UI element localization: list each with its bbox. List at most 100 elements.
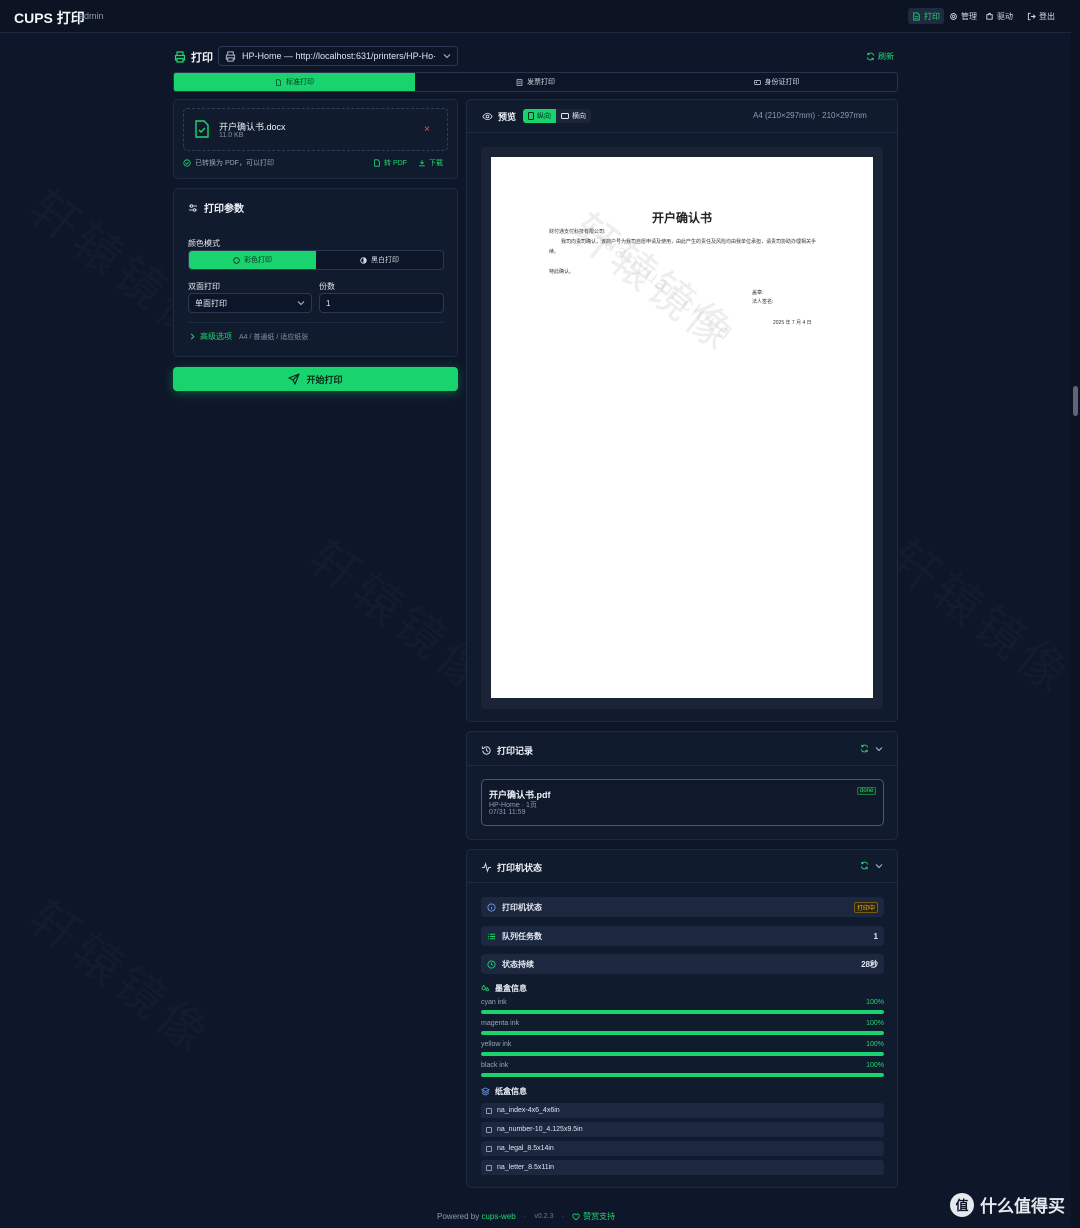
tray-name: na_index-4x6_4x6in — [497, 1107, 560, 1114]
document-salutation: 财付通支付科技有限公司: — [549, 229, 606, 235]
print-job-item[interactable] — [481, 779, 884, 826]
convert-pdf-label: 转 PDF — [384, 160, 407, 167]
nav-driver-button[interactable]: 驱动 — [981, 8, 1017, 24]
color-mode-label: 颜色模式 — [188, 239, 220, 248]
landscape-option[interactable]: 横向 — [556, 109, 591, 123]
site-watermark: 值 什么值得买 — [950, 1192, 1065, 1217]
tray-item: na_legal_8.5x14in — [481, 1141, 884, 1156]
nav-driver-label: 驱动 — [997, 11, 1013, 21]
duplex-select[interactable]: 单面打印 — [188, 293, 312, 313]
activity-icon — [481, 862, 492, 873]
support-label: 赞赏支持 — [583, 1212, 616, 1221]
nav-manage-label: 管理 — [961, 11, 977, 21]
tray-icon — [486, 1126, 492, 1133]
tray-icon — [486, 1107, 492, 1114]
color-mode-toggle: 彩色打印 黑白打印 — [188, 250, 444, 270]
printer-icon — [225, 50, 236, 62]
document-title: 开户确认书 — [651, 211, 712, 225]
portrait-option[interactable]: 纵向 — [523, 109, 556, 123]
app-title: CUPS 打印 — [14, 10, 85, 26]
printer-select[interactable]: HP-Home — http://localhost:631/printers/… — [218, 46, 458, 66]
footer: Powered by cups-web · v0.2.3 · 赞赏支持 — [437, 1211, 616, 1222]
footer-project-link[interactable]: cups-web — [481, 1212, 515, 1221]
ink-name: magenta ink — [481, 1020, 520, 1027]
start-print-button[interactable]: 开始打印 — [173, 367, 458, 391]
color-print-option[interactable]: 彩色打印 — [189, 251, 316, 269]
clock-icon — [487, 959, 496, 969]
printer-status-title-text: 打印机状态 — [497, 863, 543, 873]
status-queue-label: 队列任务数 — [502, 931, 542, 941]
document-date: 2025 年 7 月 4 日 — [773, 320, 812, 326]
check-circle-icon — [183, 159, 191, 167]
advanced-options-summary: A4 / 普通纸 / 适应纸张 — [239, 333, 309, 341]
refresh-icon[interactable] — [860, 861, 869, 870]
chevron-right-icon — [190, 333, 195, 340]
layers-icon — [481, 1087, 490, 1096]
ink-bar-fill — [481, 1052, 884, 1056]
refresh-label: 刷新 — [878, 52, 894, 61]
history-icon — [481, 746, 491, 755]
ink-percent: 100% — [866, 1020, 884, 1027]
tab-standard-label: 标准打印 — [286, 79, 314, 86]
ink-name: cyan ink — [481, 999, 507, 1006]
print-history-title-text: 打印记录 — [497, 746, 534, 756]
chevron-down-icon[interactable] — [875, 745, 883, 753]
ink-bar-track — [481, 1031, 884, 1035]
ink-name: yellow ink — [481, 1041, 512, 1048]
mono-print-option[interactable]: 黑白打印 — [316, 251, 443, 269]
duplex-select-value: 单面打印 — [195, 298, 227, 308]
status-row-state: 打印机状态 打印中 — [481, 897, 884, 917]
nav-print-button[interactable]: 打印 — [908, 8, 944, 24]
status-row-duration: 状态持续 28秒 — [481, 954, 884, 974]
ink-bar-track — [481, 1052, 884, 1056]
status-state-badge: 打印中 — [853, 901, 878, 913]
paper-size-info: A4 (210×297mm) · 210×297mm — [753, 111, 867, 120]
start-print-label: 开始打印 — [306, 374, 343, 385]
download-button[interactable]: 下载 — [418, 158, 443, 168]
chevron-down-icon[interactable] — [875, 862, 883, 870]
ink-bar-track — [481, 1073, 884, 1077]
footer-powered: Powered by — [437, 1212, 480, 1221]
tab-invoice-print[interactable]: 发票打印 — [415, 73, 656, 91]
file-icon — [276, 78, 281, 86]
ink-percent: 100% — [866, 1062, 884, 1069]
portrait-icon — [528, 112, 534, 120]
tray-icon — [486, 1145, 492, 1152]
job-pages: 1页 — [525, 802, 537, 809]
refresh-button[interactable]: 刷新 — [866, 51, 894, 62]
nav-logout-button[interactable]: 登出 — [1023, 8, 1059, 24]
ink-bar-fill — [481, 1010, 884, 1014]
document-body: 我司向贵司确认，该商户号为我司自愿申请及使用，由此产生的责任及风险均由我单位承担… — [549, 239, 817, 255]
tab-standard-print[interactable]: 标准打印 — [174, 73, 415, 91]
ink-name: black ink — [481, 1062, 509, 1069]
eye-icon — [482, 112, 493, 121]
scrollbar-thumb[interactable] — [1073, 386, 1078, 416]
status-state-label: 打印机状态 — [502, 902, 542, 912]
background-watermark: 轩辕镜像 — [17, 880, 230, 1068]
chevron-down-icon — [297, 301, 305, 306]
support-link[interactable]: 赞赏支持 — [572, 1211, 615, 1222]
status-queue-value: 1 — [873, 931, 878, 941]
gear-icon — [950, 12, 957, 20]
file-size: 11.0 KB — [219, 132, 244, 139]
advanced-options-toggle[interactable]: 高级选项 A4 / 普通纸 / 适应纸张 — [189, 331, 308, 342]
document-check-icon — [195, 120, 209, 138]
printer-status-title: 打印机状态 — [481, 861, 542, 874]
convert-pdf-button[interactable]: 转 PDF — [373, 158, 407, 168]
site-name: 什么值得买 — [980, 1197, 1065, 1216]
mono-print-label: 黑白打印 — [371, 257, 399, 264]
remove-file-button[interactable]: × — [424, 124, 430, 135]
heart-icon — [572, 1213, 580, 1220]
printer-icon — [174, 51, 186, 63]
copies-input[interactable]: 1 — [319, 293, 444, 313]
divider — [467, 765, 897, 766]
tab-idcard-print[interactable]: 身份证打印 — [656, 73, 897, 91]
scrollbar-track[interactable] — [1071, 0, 1080, 1228]
download-label: 下载 — [429, 160, 443, 167]
refresh-icon[interactable] — [860, 744, 869, 753]
nav-manage-button[interactable]: 管理 — [945, 8, 981, 24]
ink-row-magenta: magenta ink 100% — [481, 1020, 884, 1027]
tray-section-title-text: 纸盒信息 — [495, 1087, 527, 1096]
ink-bar-fill — [481, 1073, 884, 1077]
ink-row-yellow: yellow ink 100% — [481, 1041, 884, 1048]
